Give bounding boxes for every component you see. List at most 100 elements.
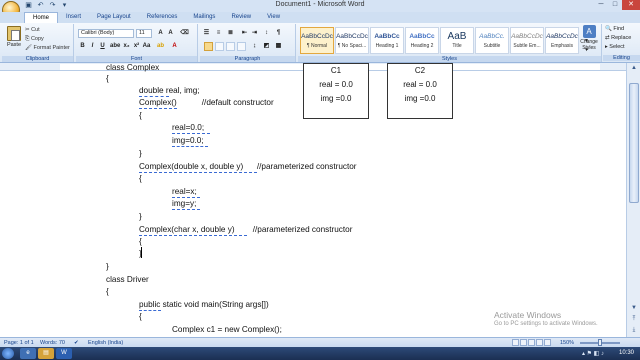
cut-label: Cut <box>31 27 40 33</box>
tab-references[interactable]: References <box>139 12 186 23</box>
style-no-spacing-name: ¶ No Spaci... <box>337 43 367 49</box>
style-emphasis-name: Emphasis <box>551 43 573 49</box>
align-left-icon[interactable] <box>204 42 213 51</box>
font-name-dropdown[interactable]: Calibri (Body) <box>78 29 134 38</box>
change-styles-label: Change Styles <box>580 39 598 51</box>
copy-button[interactable]: ⎘ Copy <box>25 36 44 43</box>
scroll-up-icon[interactable]: ▲ <box>628 63 640 73</box>
font-size-dropdown[interactable]: 11 <box>136 29 152 38</box>
style-subtle-emphasis-name: Subtle Em... <box>513 43 541 49</box>
superscript-icon[interactable]: x² <box>132 42 141 51</box>
align-center-icon[interactable] <box>215 42 224 51</box>
font-label: Font <box>76 56 197 62</box>
word-taskbar-icon[interactable]: W <box>56 348 72 359</box>
print-layout-icon[interactable] <box>512 339 519 346</box>
decrease-indent-icon[interactable]: ⇤ <box>240 29 249 38</box>
zoom-slider-knob[interactable] <box>598 339 602 346</box>
language[interactable]: English (India) <box>88 340 123 346</box>
align-right-icon[interactable] <box>226 42 235 51</box>
code-line: double real, img; <box>139 86 200 95</box>
paste-button[interactable]: Paste <box>6 26 22 54</box>
previous-page-icon[interactable]: ⤒ <box>628 314 640 324</box>
system-tray[interactable]: ▴ ⚑ ◧ ♪ <box>582 350 604 357</box>
maximize-button[interactable]: □ <box>608 0 622 10</box>
paragraph-group: ☰ ≡ ≣ ⇤ ⇥ ↕ ¶ ↨ ◩ ▦ Paragraph <box>200 24 296 62</box>
font-color-icon[interactable]: A <box>170 42 179 51</box>
web-layout-icon[interactable] <box>528 339 535 346</box>
scroll-down-icon[interactable]: ▼ <box>628 303 640 313</box>
clipboard-group: Paste ✂ Cut ⎘ Copy 🖌 Format Painter Clip… <box>2 24 74 62</box>
justify-icon[interactable] <box>237 42 246 51</box>
vertical-scrollbar[interactable]: ▲ ▼ ⤒ ⤓ <box>626 63 640 337</box>
styles-label: Styles <box>298 56 601 62</box>
proofing-icon[interactable]: ✔ <box>74 340 79 346</box>
next-page-icon[interactable]: ⤓ <box>628 325 640 335</box>
numbering-icon[interactable]: ≡ <box>214 29 223 38</box>
spelling-marker <box>139 310 161 311</box>
close-button[interactable]: ✕ <box>622 0 640 10</box>
underline-icon[interactable]: U <box>98 42 107 51</box>
italic-icon[interactable]: I <box>88 42 97 51</box>
style-normal[interactable]: AaBbCcDc ¶ Normal <box>300 27 334 54</box>
document-page[interactable]: class Complex { double real, img; Comple… <box>0 63 626 337</box>
ie-icon[interactable]: e <box>20 348 36 359</box>
multilevel-list-icon[interactable]: ≣ <box>226 29 235 38</box>
full-screen-reading-icon[interactable] <box>520 339 527 346</box>
tab-home[interactable]: Home <box>24 12 59 23</box>
find-button[interactable]: 🔍 Find <box>605 26 624 32</box>
activate-windows-sub: Go to PC settings to activate Windows. <box>494 321 598 327</box>
tab-page-layout[interactable]: Page Layout <box>89 12 139 23</box>
word-count[interactable]: Words: 70 <box>40 340 65 346</box>
page-count[interactable]: Page: 1 of 1 <box>4 340 34 346</box>
minimize-button[interactable]: ─ <box>594 0 608 10</box>
window-controls: ─ □ ✕ <box>594 0 640 10</box>
scroll-thumb[interactable] <box>629 83 639 203</box>
cut-button[interactable]: ✂ Cut <box>25 27 40 33</box>
tab-mailings[interactable]: Mailings <box>185 12 223 23</box>
bold-icon[interactable]: B <box>78 42 87 51</box>
style-title[interactable]: AaB Title <box>440 27 474 54</box>
subscript-icon[interactable]: x₂ <box>122 42 131 51</box>
style-no-spacing[interactable]: AaBbCcDc ¶ No Spaci... <box>335 27 369 54</box>
format-painter-button[interactable]: 🖌 Format Painter <box>25 45 70 51</box>
code-line: class Driver <box>106 275 149 284</box>
highlight-icon[interactable]: ab <box>156 42 165 51</box>
style-subtle-emphasis[interactable]: AaBbCcDc Subtle Em... <box>510 27 544 54</box>
replace-button[interactable]: ⇄ Replace <box>605 35 631 41</box>
explorer-icon[interactable]: ▤ <box>38 348 54 359</box>
change-styles-button[interactable]: A Change Styles <box>578 25 600 55</box>
style-emphasis[interactable]: AaBbCcDc Emphasis <box>545 27 579 54</box>
code-line: { <box>139 312 142 321</box>
tab-view[interactable]: View <box>259 12 288 23</box>
start-button[interactable] <box>2 348 14 359</box>
code-line: Complex(char x, double y) //parameterize… <box>139 225 353 234</box>
line-spacing-icon[interactable]: ↨ <box>250 42 259 51</box>
style-heading-1[interactable]: AaBbCc Heading 1 <box>370 27 404 54</box>
shading-icon[interactable]: ◩ <box>262 42 271 51</box>
tab-insert[interactable]: Insert <box>58 12 89 23</box>
show-marks-icon[interactable]: ¶ <box>274 29 283 38</box>
shrink-font-icon[interactable]: A <box>166 29 175 38</box>
draft-icon[interactable] <box>544 339 551 346</box>
sort-icon[interactable]: ↕ <box>262 29 271 38</box>
style-heading-2[interactable]: AaBbCc Heading 2 <box>405 27 439 54</box>
object-box-c1: C1 real = 0.0 img =0.0 <box>303 63 369 119</box>
paste-label: Paste <box>6 42 22 48</box>
change-case-icon[interactable]: Aa <box>142 42 151 51</box>
style-subtitle-sample: AaBbCc. <box>479 33 505 40</box>
outline-icon[interactable] <box>536 339 543 346</box>
code-line: } <box>106 262 109 271</box>
grow-font-icon[interactable]: A <box>156 29 165 38</box>
borders-icon[interactable]: ▦ <box>274 42 283 51</box>
editing-label: Editing <box>603 55 640 61</box>
tab-review[interactable]: Review <box>223 12 259 23</box>
clear-formatting-icon[interactable]: ⌫ <box>180 29 189 38</box>
window-title: Document1 - Microsoft Word <box>275 1 365 8</box>
style-subtitle[interactable]: AaBbCc. Subtitle <box>475 27 509 54</box>
bullets-icon[interactable]: ☰ <box>202 29 211 38</box>
zoom-level[interactable]: 150% <box>560 340 574 346</box>
strikethrough-icon[interactable]: abe <box>110 42 120 51</box>
increase-indent-icon[interactable]: ⇥ <box>250 29 259 38</box>
select-button[interactable]: ▸ Select <box>605 44 625 50</box>
format-painter-label: Format Painter <box>33 45 70 51</box>
